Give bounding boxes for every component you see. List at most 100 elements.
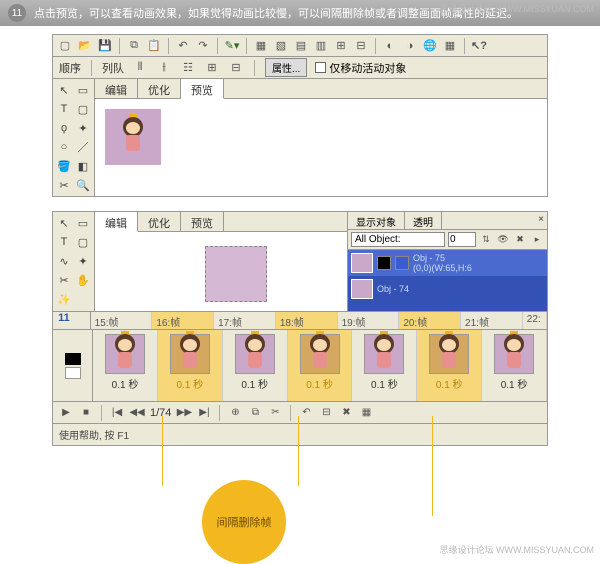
frame-cell[interactable]: 0.1 秒 [417, 330, 482, 401]
properties-button[interactable]: 属性... [265, 58, 307, 77]
tool-icon[interactable]: ⊟ [319, 406, 333, 420]
tool-icon[interactable]: ▤ [293, 38, 309, 54]
rect-tool-icon[interactable]: ▭ [74, 81, 92, 99]
frame-cell[interactable]: 0.1 秒 [223, 330, 288, 401]
save-icon[interactable]: 💾 [97, 38, 113, 54]
frame-cell[interactable]: 0.1 秒 [352, 330, 417, 401]
checkbox-label: 仅移动活动对象 [329, 60, 406, 76]
swatch-blue[interactable] [395, 256, 409, 270]
align-icon[interactable]: ⫲ [156, 60, 172, 76]
last-icon[interactable]: ▶| [197, 406, 211, 420]
shape-tool-icon[interactable]: ▢ [74, 100, 92, 118]
paste-icon[interactable]: 📋 [146, 38, 162, 54]
globe-icon[interactable]: 🌐 [422, 38, 438, 54]
eye-icon[interactable]: 👁 [496, 233, 510, 247]
crop-tool-icon[interactable]: ✂ [55, 271, 73, 289]
align-icon[interactable]: ⊞ [204, 60, 220, 76]
pointer-tool-icon[interactable]: ↖ [55, 214, 73, 232]
spinner-icon[interactable]: ⇅ [479, 233, 493, 247]
add-frame-icon[interactable]: ⊕ [228, 406, 242, 420]
frame-header[interactable]: 17:帧 [214, 312, 276, 329]
tool-icon[interactable]: ▦ [253, 38, 269, 54]
tab-show-objects[interactable]: 显示对象 [348, 212, 405, 229]
ellipse-tool-icon[interactable]: ○ [55, 138, 73, 156]
tool-icon[interactable]: ⊟ [353, 38, 369, 54]
tab-transparent[interactable]: 透明 [405, 212, 442, 229]
selection-box[interactable] [205, 246, 267, 302]
canvas-2[interactable]: 编辑 优化 预览 [95, 212, 347, 311]
zoom-tool-icon[interactable]: 🔍 [74, 176, 92, 194]
tab-edit[interactable]: 编辑 [95, 79, 138, 98]
next-icon[interactable]: ▶▶ [177, 406, 191, 420]
help-icon[interactable]: ↖? [471, 38, 487, 54]
shape-tool-icon[interactable]: ▢ [74, 233, 92, 251]
play-icon[interactable]: ▶ [59, 406, 73, 420]
frame-header[interactable]: 15:帧 [91, 312, 153, 329]
layer-name: Obj - 74 [377, 284, 544, 294]
frame-header[interactable]: 21:帧 [461, 312, 523, 329]
tool-icon[interactable]: ▦ [442, 38, 458, 54]
rect-tool-icon[interactable]: ▭ [74, 214, 92, 232]
text-tool-icon[interactable]: T [55, 233, 73, 251]
tool-icon[interactable]: ⊞ [333, 38, 349, 54]
close-icon[interactable]: × [538, 214, 544, 225]
delete-frame-icon[interactable]: ✖ [339, 406, 353, 420]
crop-tool-icon[interactable]: ✂ [55, 176, 73, 194]
tab-preview[interactable]: 预览 [181, 79, 224, 99]
layer-row[interactable]: Obj - 75 (0,0)(W:65,H:6 [348, 250, 547, 276]
copy-icon[interactable]: ⧉ [126, 38, 142, 54]
tool-icon[interactable]: ▧ [273, 38, 289, 54]
first-icon[interactable]: |◀ [110, 406, 124, 420]
text-tool-icon[interactable]: T [55, 100, 73, 118]
tool-icon[interactable]: ▥ [313, 38, 329, 54]
align-icon[interactable]: ☷ [180, 60, 196, 76]
tab-edit[interactable]: 编辑 [95, 212, 138, 232]
tool-icon[interactable]: ◐ [382, 38, 398, 54]
undo-icon[interactable]: ↶ [175, 38, 191, 54]
prev-icon[interactable]: ◀◀ [130, 406, 144, 420]
open-icon[interactable]: 📂 [77, 38, 93, 54]
frame-header[interactable]: 16:帧 [152, 312, 214, 329]
tool-icon[interactable]: ↶ [299, 406, 313, 420]
align-icon[interactable]: ⫴ [132, 60, 148, 76]
layer-row[interactable]: Obj - 74 [348, 276, 547, 302]
object-select[interactable] [351, 232, 445, 247]
pointer-tool-icon[interactable]: ↖ [55, 81, 73, 99]
timeline-header: 15:帧 16:帧 17:帧 18:帧 19:帧 20:帧 21:帧 22: [53, 312, 547, 330]
frame-header[interactable]: 18:帧 [276, 312, 338, 329]
frame-header[interactable]: 20:帧 [399, 312, 461, 329]
wand2-tool-icon[interactable]: ✨ [55, 290, 73, 308]
fg-swatch[interactable] [65, 353, 81, 365]
tab-optimize[interactable]: 优化 [138, 79, 181, 98]
redo-icon[interactable]: ↷ [195, 38, 211, 54]
frame-cell[interactable]: 0.1 秒 [158, 330, 223, 401]
frame-cell[interactable]: 0.1 秒 [288, 330, 353, 401]
lasso-tool-icon[interactable]: ϙ [55, 119, 73, 137]
fill-tool-icon[interactable]: 🪣 [55, 157, 73, 175]
move-only-checkbox[interactable]: 仅移动活动对象 [315, 60, 406, 76]
stop-icon[interactable]: ■ [79, 406, 93, 420]
frame-cell[interactable]: 0.1 秒 [93, 330, 158, 401]
align-icon[interactable]: ⊟ [228, 60, 244, 76]
tab-optimize[interactable]: 优化 [138, 212, 181, 231]
erase-tool-icon[interactable]: ◧ [74, 157, 92, 175]
frame-cell[interactable]: 0.1 秒 [482, 330, 547, 401]
tool-icon[interactable]: ▦ [359, 406, 373, 420]
new-icon[interactable]: ▢ [57, 38, 73, 54]
bg-swatch[interactable] [65, 367, 81, 379]
wand-tool-icon[interactable]: ✦ [74, 119, 92, 137]
opacity-input[interactable] [448, 232, 476, 247]
curve-tool-icon[interactable]: ∿ [55, 252, 73, 270]
cut-frame-icon[interactable]: ✂ [268, 406, 282, 420]
pencil-icon[interactable]: ✎▾ [224, 38, 240, 54]
tool-icon[interactable]: ◑ [402, 38, 418, 54]
hand-tool-icon[interactable]: ✋ [74, 271, 92, 289]
swatch-black[interactable] [377, 256, 391, 270]
tab-preview[interactable]: 预览 [181, 212, 224, 231]
wand-tool-icon[interactable]: ✦ [74, 252, 92, 270]
more-icon[interactable]: ▸ [530, 233, 544, 247]
line-tool-icon[interactable]: ／ [74, 138, 92, 156]
frame-header[interactable]: 19:帧 [338, 312, 400, 329]
delete-icon[interactable]: ✖ [513, 233, 527, 247]
dup-frame-icon[interactable]: ⧉ [248, 406, 262, 420]
